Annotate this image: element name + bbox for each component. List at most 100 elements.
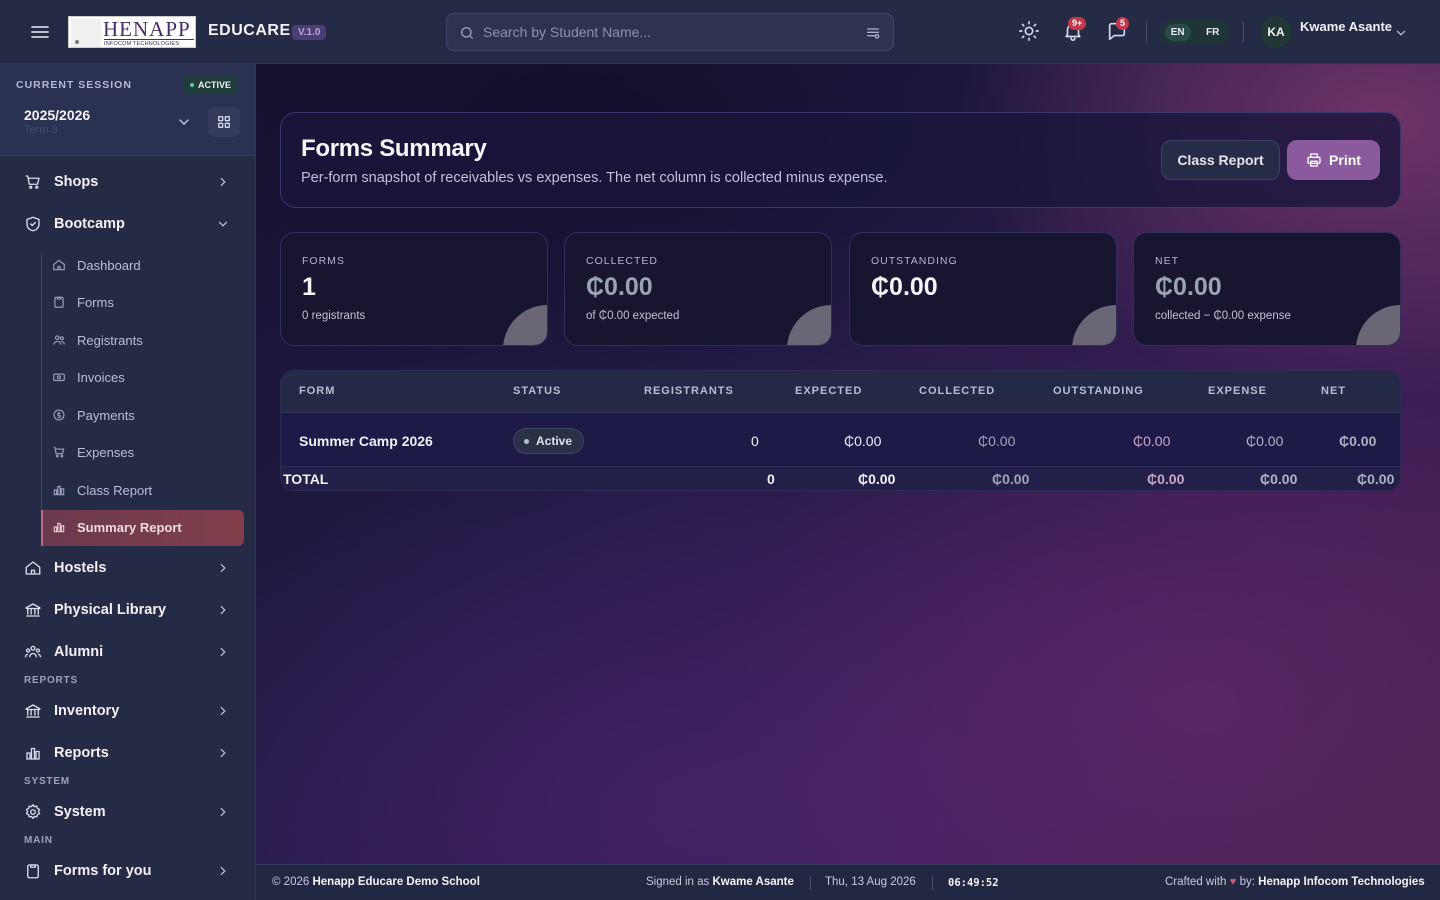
- session-status-badge: ACTIVE: [184, 76, 238, 94]
- print-button[interactable]: Print: [1287, 140, 1380, 180]
- stat-card-net: NET ₵0.00 collected − ₵0.00 expense: [1133, 232, 1401, 346]
- stat-card-forms: FORMS 1 0 registrants: [280, 232, 548, 346]
- menu-toggle-icon[interactable]: [28, 20, 52, 44]
- house-icon: [24, 559, 42, 577]
- theme-sun-icon[interactable]: [1018, 20, 1040, 42]
- lang-fr-button[interactable]: FR: [1200, 24, 1225, 41]
- sidebar-item-physical-library[interactable]: Physical Library: [24, 598, 238, 622]
- chevron-right-icon: [216, 175, 230, 189]
- subitem-label: Payments: [77, 407, 135, 423]
- shield-icon: [24, 215, 42, 233]
- sidebar-subitem-registrants[interactable]: Registrants: [52, 330, 143, 350]
- subitem-label: Forms: [77, 294, 114, 310]
- henapp-logo[interactable]: HENAPP INFOCOM TECHNOLOGIES: [68, 16, 196, 48]
- header-divider: [1146, 22, 1147, 42]
- footer-copyright: © 2026 Henapp Educare Demo School: [272, 876, 480, 888]
- search-input[interactable]: [483, 14, 853, 50]
- sidebar-item-label: Alumni: [54, 644, 104, 660]
- stat-value: ₵0.00: [586, 273, 653, 301]
- sidebar-subitem-expenses[interactable]: Expenses: [52, 442, 134, 462]
- signed-user: Kwame Asante: [712, 876, 794, 888]
- stat-label: NET: [1155, 255, 1179, 267]
- lang-en-button[interactable]: EN: [1164, 23, 1191, 41]
- sidebar-item-label: Shops: [54, 174, 99, 190]
- decorative-shape: [503, 305, 547, 345]
- sidebar-item-shops[interactable]: Shops: [24, 170, 238, 194]
- stat-value: ₵0.00: [871, 273, 938, 301]
- chevron-down-icon[interactable]: [1394, 26, 1408, 40]
- column-header-status[interactable]: STATUS: [513, 385, 561, 397]
- cell-form: Summer Camp 2026: [299, 433, 433, 449]
- table-total-row: TOTAL 0 ₵0.00 ₵0.00 ₵0.00 ₵0.00 ₵0.00: [281, 467, 1400, 490]
- column-header-registrants[interactable]: REGISTRANTS: [644, 385, 734, 397]
- language-switcher: EN FR: [1160, 20, 1230, 44]
- cell-expense: ₵0.00: [1246, 433, 1284, 449]
- sidebar-subitem-invoices[interactable]: Invoices: [52, 367, 125, 387]
- chevron-right-icon: [216, 561, 230, 575]
- total-outstanding: ₵0.00: [1147, 471, 1185, 487]
- decorative-shape: [787, 305, 831, 345]
- apps-grid-button[interactable]: [208, 107, 240, 137]
- print-label: Print: [1329, 152, 1361, 168]
- total-registrants: 0: [767, 471, 775, 487]
- cell-expected: ₵0.00: [844, 433, 882, 449]
- total-collected: ₵0.00: [992, 471, 1030, 487]
- sidebar-item-reports[interactable]: Reports: [24, 741, 238, 765]
- home-icon: [52, 258, 66, 272]
- sidebar-item-alumni[interactable]: Alumni: [24, 640, 238, 664]
- sidebar-subitem-summary-report[interactable]: Summary Report: [52, 517, 182, 537]
- top-header: HENAPP INFOCOM TECHNOLOGIES EDUCARE V.1.…: [0, 0, 1440, 64]
- chevron-down-icon: [216, 217, 230, 231]
- version-badge: V.1.0: [292, 25, 327, 40]
- sidebar-item-inventory[interactable]: Inventory: [24, 699, 238, 723]
- chevron-right-icon: [216, 864, 230, 878]
- session-selector[interactable]: 2025/2026: [24, 107, 90, 123]
- total-label: TOTAL: [283, 471, 329, 487]
- sidebar: CURRENT SESSION ACTIVE 2025/2026 Term 3 …: [0, 64, 256, 900]
- subitem-label: Expenses: [77, 444, 135, 460]
- total-expected: ₵0.00: [858, 471, 896, 487]
- sidebar-subitem-class-report[interactable]: Class Report: [52, 480, 152, 500]
- column-header-outstanding[interactable]: OUTSTANDING: [1053, 385, 1144, 397]
- stat-subtext: 0 registrants: [302, 310, 366, 322]
- logo-text: HENAPP: [103, 17, 191, 41]
- user-name[interactable]: Kwame Asante: [1300, 19, 1392, 34]
- footer-date: Thu, 13 Aug 2026: [825, 876, 916, 888]
- subitem-label: Registrants: [77, 332, 143, 348]
- class-report-button[interactable]: Class Report: [1161, 140, 1280, 180]
- sidebar-subitem-payments[interactable]: Payments: [52, 405, 135, 425]
- user-avatar[interactable]: KA: [1260, 16, 1292, 48]
- sidebar-item-forms-for-you[interactable]: Forms for you: [24, 859, 238, 883]
- sidebar-item-system[interactable]: System: [24, 800, 238, 824]
- footer-clock: 06:49:52: [948, 877, 999, 889]
- brand-name: EDUCARE: [208, 22, 291, 39]
- sidebar-item-hostels[interactable]: Hostels: [24, 556, 238, 580]
- filter-icon[interactable]: [865, 25, 881, 41]
- sidebar-item-bootcamp[interactable]: Bootcamp: [24, 212, 238, 236]
- sidebar-item-label: Hostels: [54, 560, 107, 576]
- column-header-net[interactable]: NET: [1321, 385, 1346, 397]
- footer-signed-in: Signed in as Kwame Asante: [646, 876, 794, 888]
- session-panel: CURRENT SESSION ACTIVE 2025/2026 Term 3: [0, 64, 255, 156]
- receipt-icon: [52, 370, 66, 384]
- bar-chart-icon: [24, 744, 42, 762]
- bar-chart-icon: [52, 520, 66, 534]
- column-header-expected[interactable]: EXPECTED: [795, 385, 862, 397]
- chevron-down-icon[interactable]: [176, 114, 192, 130]
- cell-net: ₵0.00: [1339, 433, 1377, 449]
- table-row[interactable]: Summer Camp 2026 Active 0 ₵0.00 ₵0.00 ₵0…: [281, 413, 1400, 467]
- sidebar-subitem-dashboard[interactable]: Dashboard: [52, 255, 141, 275]
- messages-badge: 5: [1116, 17, 1130, 30]
- stat-label: COLLECTED: [586, 255, 659, 267]
- column-header-collected[interactable]: COLLECTED: [919, 385, 995, 397]
- sidebar-item-label: System: [54, 804, 106, 820]
- chevron-right-icon: [216, 746, 230, 760]
- signed-prefix: Signed in as: [646, 876, 710, 888]
- search-icon: [459, 25, 475, 41]
- column-header-form[interactable]: FORM: [299, 385, 335, 397]
- stat-subtext: collected − ₵0.00 expense: [1155, 310, 1291, 322]
- column-header-expense[interactable]: EXPENSE: [1208, 385, 1267, 397]
- sidebar-item-label: Bootcamp: [54, 216, 125, 232]
- sidebar-subitem-forms[interactable]: Forms: [52, 292, 114, 312]
- stat-value: 1: [302, 273, 316, 301]
